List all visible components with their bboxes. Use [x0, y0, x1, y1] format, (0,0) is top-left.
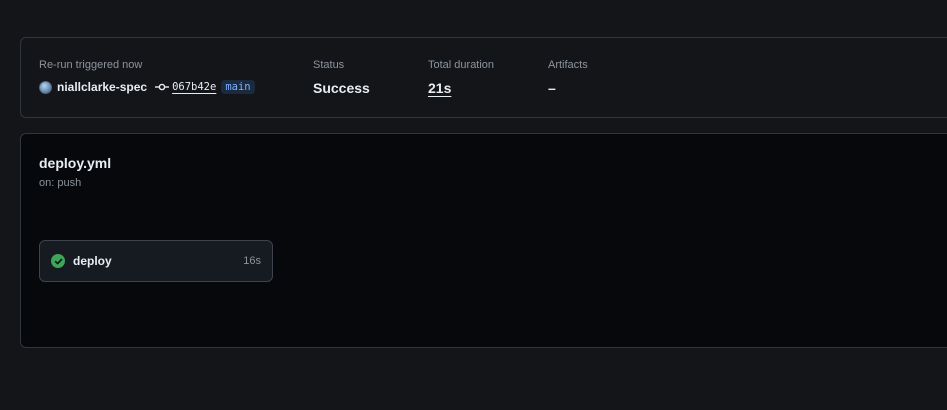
job-card-deploy[interactable]: deploy 16s: [39, 240, 273, 282]
check-circle-icon: [51, 254, 65, 268]
workflow-graph-panel: deploy.yml on: push deploy 16s: [20, 133, 947, 348]
duration-label: Total duration: [428, 59, 495, 71]
commit-sha-link[interactable]: 067b42e: [172, 81, 216, 93]
status-label: Status: [313, 59, 345, 71]
run-summary-panel: Re-run triggered now niallclarke-spec 06…: [20, 37, 947, 118]
artifacts-label: Artifacts: [548, 59, 588, 71]
trigger-details: niallclarke-spec 067b42e main: [39, 80, 255, 94]
trigger-label: Re-run triggered now: [39, 59, 143, 71]
artifacts-value: –: [548, 80, 556, 96]
branch-badge[interactable]: main: [221, 80, 255, 94]
status-value: Success: [313, 80, 370, 96]
workflow-file-title: deploy.yml: [39, 155, 112, 171]
actor-link[interactable]: niallclarke-spec: [57, 80, 147, 94]
job-duration: 16s: [243, 255, 261, 267]
git-commit-icon: [155, 82, 170, 92]
duration-link[interactable]: 21s: [428, 80, 451, 96]
workflow-trigger: on: push: [39, 177, 82, 189]
job-name: deploy: [73, 254, 112, 268]
avatar[interactable]: [39, 80, 52, 94]
